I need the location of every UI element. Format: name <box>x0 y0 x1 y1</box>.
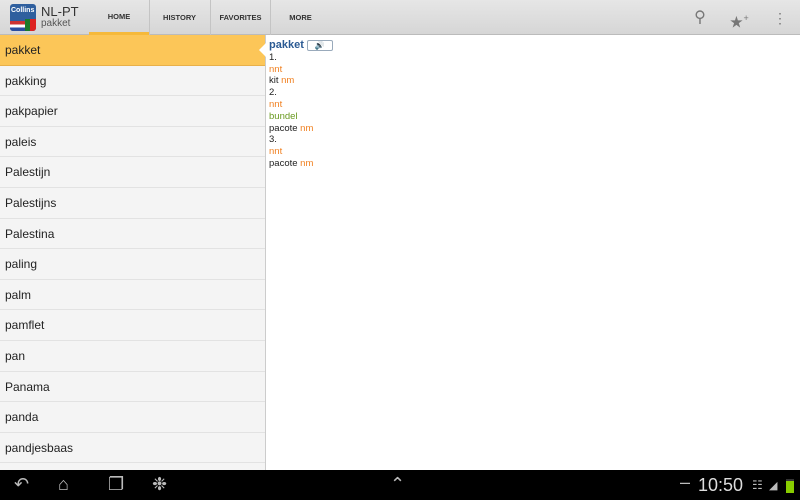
list-item[interactable]: paleis <box>0 127 265 158</box>
list-item[interactable]: panda <box>0 402 265 433</box>
add-favorite-icon[interactable]: ★+ <box>729 8 749 31</box>
headword: pakket <box>269 39 304 51</box>
chevron-up-icon[interactable]: ⌃ <box>390 474 405 495</box>
app-title: NL-PT <box>41 4 79 19</box>
list-item[interactable]: pakking <box>0 66 265 97</box>
part-of-speech: nnt <box>269 146 283 158</box>
overflow-menu-icon[interactable]: ⋮ <box>770 8 790 28</box>
translation[interactable]: pacote <box>269 123 298 134</box>
list-item[interactable]: pamflet <box>0 310 265 341</box>
system-bar: ↶ ⌂ ❐ ❉ ⌃ – 10:50 ☷ ◢ <box>0 470 800 500</box>
selection-pointer <box>259 42 267 58</box>
dictionary-entry: pakket 🔊 1. nnt kit nm 2. nnt bundel paco… <box>269 39 333 170</box>
sense-number: 2. <box>269 87 277 99</box>
list-item[interactable]: paling <box>0 249 265 280</box>
wifi-icon: ☷ <box>752 478 763 492</box>
app-shortcut-icon[interactable]: ❉ <box>152 474 167 495</box>
list-item[interactable]: Panama <box>0 372 265 403</box>
translation[interactable]: kit <box>269 75 279 86</box>
list-item[interactable]: pandjesbaas <box>0 433 265 464</box>
list-item[interactable]: Palestina <box>0 219 265 250</box>
tab-more[interactable]: MORE <box>270 0 330 35</box>
battery-icon <box>786 479 794 493</box>
action-bar: Collins NL-PT pakket HOME HISTORY FAVORI… <box>0 0 800 35</box>
list-item[interactable]: pakpapier <box>0 96 265 127</box>
signal-icon: ◢ <box>769 480 778 492</box>
search-icon[interactable]: ⚲ <box>690 8 710 28</box>
home-icon[interactable]: ⌂ <box>58 474 69 495</box>
app-logo: Collins <box>10 4 36 31</box>
part-of-speech: nnt <box>269 63 283 75</box>
tab-home[interactable]: HOME <box>89 0 149 35</box>
part-of-speech: nnt <box>269 98 283 110</box>
back-icon[interactable]: ↶ <box>14 474 29 495</box>
list-item[interactable]: palm <box>0 280 265 311</box>
gloss: bundel <box>269 110 298 122</box>
sense-number: 3. <box>269 134 277 146</box>
list-item[interactable]: Palestijn <box>0 157 265 188</box>
clock: 10:50 <box>698 475 744 495</box>
list-item[interactable]: Palestijns <box>0 188 265 219</box>
list-item[interactable]: pakket <box>0 35 265 66</box>
list-item[interactable]: pan <box>0 341 265 372</box>
word-list: pakket pakking pakpapier paleis Palestijn Pal… <box>0 35 266 470</box>
sense-number: 1. <box>269 51 277 63</box>
tab-history[interactable]: HISTORY <box>149 0 209 35</box>
tab-favorites[interactable]: FAVORITES <box>210 0 270 35</box>
speaker-icon[interactable]: 🔊 <box>306 40 333 51</box>
app-subtitle: pakket <box>41 18 71 29</box>
recent-apps-icon[interactable]: ❐ <box>108 474 124 495</box>
translation[interactable]: pacote <box>269 158 298 169</box>
minus-icon: – <box>680 472 691 492</box>
